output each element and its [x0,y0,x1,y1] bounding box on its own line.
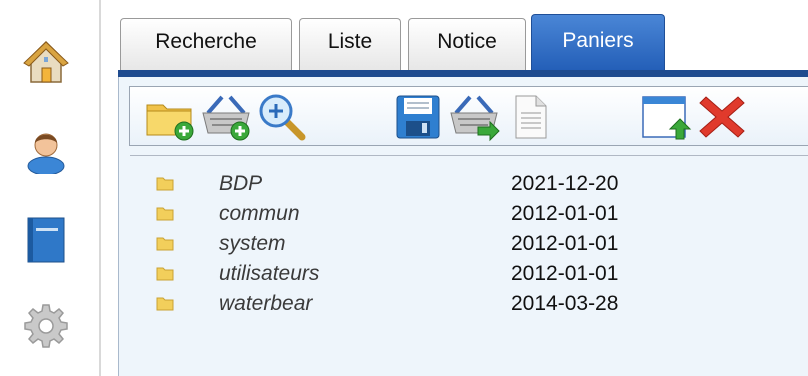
user-icon[interactable] [22,126,70,174]
folder-icon [156,237,174,251]
tab-notice[interactable]: Notice [408,18,526,70]
list-item[interactable]: BDP 2021-12-20 [119,172,808,196]
basket-date: 2014-03-28 [511,292,619,315]
tab-liste[interactable]: Liste [299,18,401,70]
search-icon[interactable] [256,91,308,143]
basket-date: 2012-01-01 [511,202,619,225]
folder-icon [156,297,174,311]
list-item[interactable]: system 2012-01-01 [119,232,808,256]
gear-icon[interactable] [22,302,70,350]
folder-icon [156,267,174,281]
basket-name: system [219,232,286,255]
folder-icon [156,207,174,221]
book-icon[interactable] [22,216,70,264]
folder-icon [156,177,174,191]
tab-bar: Recherche Liste Notice Paniers [118,14,808,72]
basket-export-icon[interactable] [448,91,500,143]
basket-name: BDP [219,172,263,195]
basket-name: utilisateurs [219,262,320,285]
basket-date: 2012-01-01 [511,232,619,255]
delete-icon[interactable] [696,91,748,143]
sidebar-divider [99,0,101,376]
tab-recherche[interactable]: Recherche [120,18,292,70]
baskets-panel: BDP 2021-12-20 commun 2012-01-01 system … [118,77,808,376]
upload-window-icon[interactable] [640,91,692,143]
toolbar [129,86,808,146]
basket-name: commun [219,202,300,225]
tab-paniers[interactable]: Paniers [531,14,665,70]
home-icon[interactable] [22,38,70,86]
basket-date: 2021-12-20 [511,172,619,195]
toolbar-separator [130,155,808,156]
new-folder-icon[interactable] [144,91,196,143]
basket-date: 2012-01-01 [511,262,619,285]
basket-name: waterbear [219,292,313,315]
add-basket-icon[interactable] [200,91,252,143]
sidebar [0,0,100,376]
document-icon[interactable] [504,91,556,143]
tab-underline [118,70,808,77]
list-item[interactable]: commun 2012-01-01 [119,202,808,226]
list-item[interactable]: waterbear 2014-03-28 [119,292,808,316]
save-icon[interactable] [392,91,444,143]
list-item[interactable]: utilisateurs 2012-01-01 [119,262,808,286]
